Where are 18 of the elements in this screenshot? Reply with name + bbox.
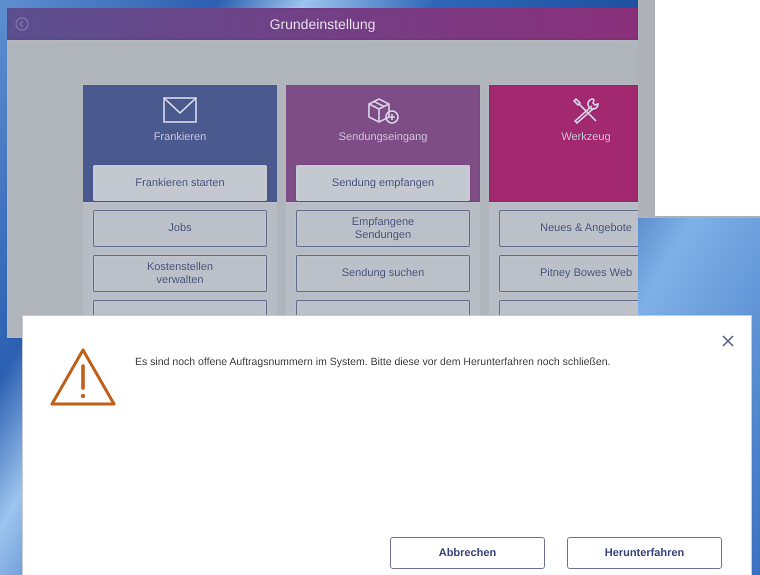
envelope-icon <box>162 95 198 125</box>
primary-button[interactable]: Sendung empfangen <box>296 165 470 201</box>
menu-button[interactable]: Empfangene Sendungen <box>296 210 470 247</box>
window-title: Grundeinstellung <box>270 16 376 32</box>
dialog-button[interactable]: Herunterfahren <box>567 537 722 569</box>
menu-button[interactable]: Neues & Angebote <box>499 210 638 247</box>
primary-button[interactable]: Frankieren starten <box>93 165 267 201</box>
menu-button[interactable]: Jobs <box>93 210 267 247</box>
menu-button[interactable]: Kostenstellen verwalten <box>93 255 267 292</box>
panel-title: Frankieren <box>154 131 206 143</box>
package-plus-icon <box>365 95 401 125</box>
menu-button[interactable]: Sendung suchen <box>296 255 470 292</box>
panel-title: Werkzeug <box>561 131 611 143</box>
warning-icon <box>49 346 117 408</box>
dialog-message: Es sind noch offene Auftragsnummern im System. Bitte diese vor dem Herunterfahren noch schließen. <box>135 356 610 368</box>
dialog-button[interactable]: Abbrechen <box>390 537 545 569</box>
menu-button[interactable]: Pitney Bowes Web <box>499 255 638 292</box>
panel-title: Sendungseingang <box>338 131 428 143</box>
